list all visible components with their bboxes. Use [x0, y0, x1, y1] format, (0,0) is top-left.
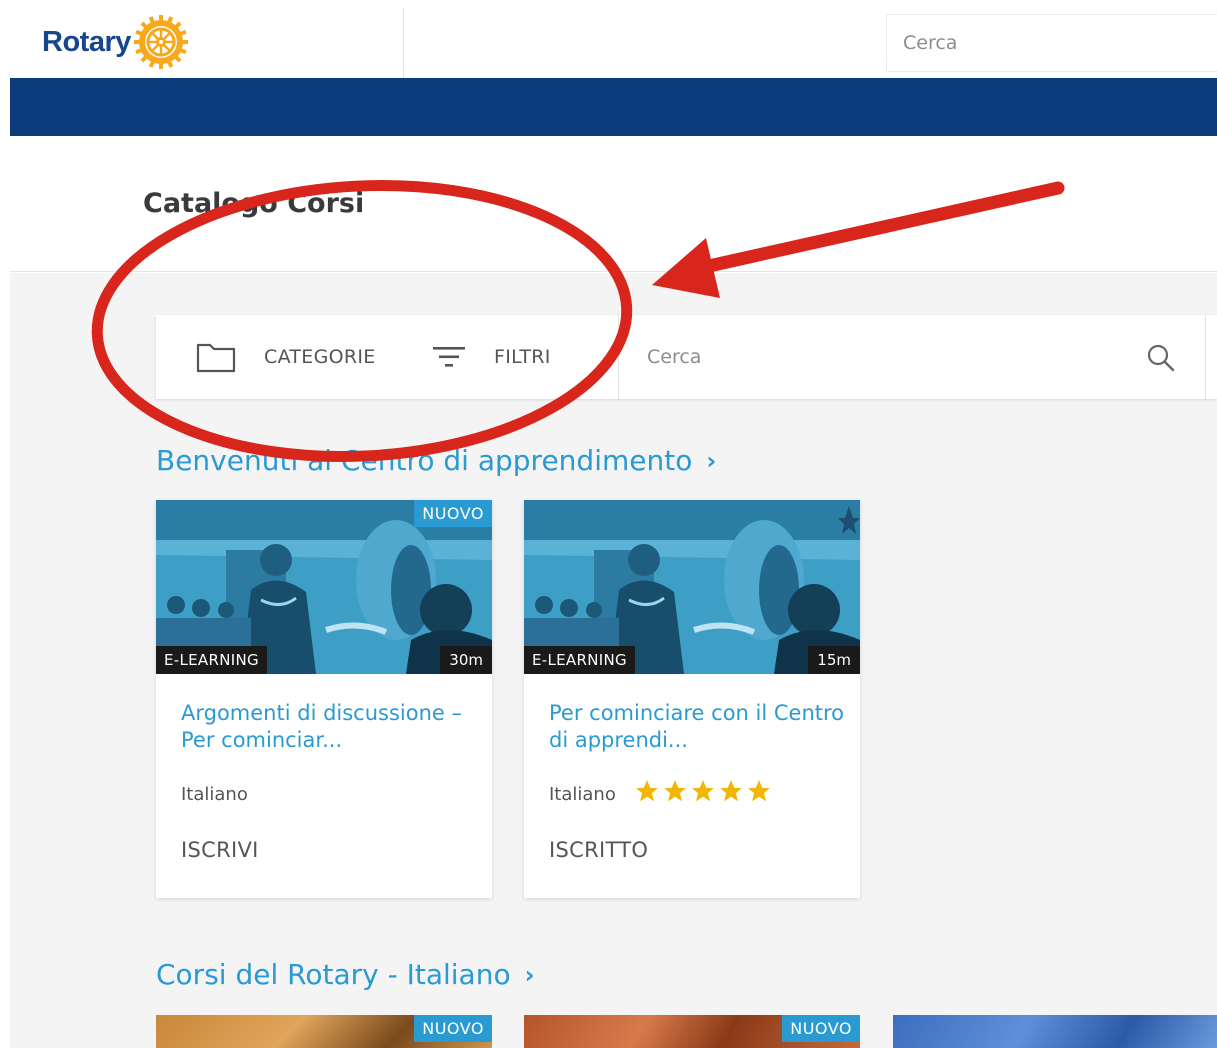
star-icon [692, 780, 714, 802]
categories-button[interactable]: CATEGORIE [196, 315, 376, 399]
new-badge: NUOVO [414, 500, 492, 527]
rating-stars [634, 778, 772, 804]
header-search-input[interactable]: Cerca [886, 14, 1217, 72]
new-badge: NUOVO [782, 1015, 860, 1042]
type-badge: E-LEARNING [524, 646, 635, 674]
top-header: Rotary Cerca [10, 8, 1217, 78]
rotary-logo[interactable]: Rotary [42, 14, 189, 70]
course-card[interactable]: NUOVO [156, 1015, 492, 1048]
duration-badge: 15m [808, 646, 860, 674]
course-card[interactable]: E-LEARNING 15m Per cominciare con il Cen… [524, 500, 860, 898]
search-icon[interactable] [1146, 343, 1176, 373]
rotary-wheel-icon [133, 15, 188, 69]
enroll-button[interactable]: ISCRIVI [181, 838, 259, 862]
folder-icon [196, 343, 236, 373]
page-title: Catalogo Corsi [143, 188, 365, 219]
header-search-placeholder: Cerca [903, 32, 958, 54]
catalog-content: CATEGORIE FILTRI Benvenuti al Centro di … [10, 273, 1217, 1048]
star-icon [720, 780, 742, 802]
filters-button[interactable]: FILTRI [432, 315, 551, 399]
logo-text: Rotary [42, 25, 131, 58]
course-thumbnail[interactable]: NUOVO E-LEARNING 30m [156, 500, 492, 674]
star-icon [636, 780, 658, 802]
star-icon [748, 780, 770, 802]
enrolled-status[interactable]: ISCRITTO [549, 838, 648, 862]
header-divider [403, 8, 404, 78]
title-band: Catalogo Corsi [10, 136, 1217, 272]
course-thumbnail[interactable]: E-LEARNING 15m [524, 500, 860, 674]
main-nav-bar [10, 78, 1217, 136]
course-language: Italiano [549, 784, 616, 805]
filter-icon [433, 347, 465, 367]
catalog-search-input[interactable] [619, 315, 1205, 399]
course-card[interactable]: NUOVO E-LEARNING 30m Argomenti di discus… [156, 500, 492, 898]
categories-label: CATEGORIE [264, 346, 376, 368]
filter-bar-edge [1205, 315, 1206, 399]
course-title[interactable]: Per cominciare con il Centro di apprendi… [549, 700, 845, 754]
course-card[interactable] [893, 1015, 1217, 1048]
filter-bar: CATEGORIE FILTRI [156, 315, 1217, 399]
type-badge: E-LEARNING [156, 646, 267, 674]
section-title-rotary-courses[interactable]: Corsi del Rotary - Italiano › [156, 958, 534, 991]
section-title-welcome[interactable]: Benvenuti al Centro di apprendimento › [156, 444, 716, 477]
new-badge: NUOVO [414, 1015, 492, 1042]
filters-label: FILTRI [494, 346, 551, 368]
section-title-text: Benvenuti al Centro di apprendimento [156, 444, 693, 477]
star-icon [664, 780, 686, 802]
section-title-text: Corsi del Rotary - Italiano [156, 958, 511, 991]
chevron-right-icon: › [706, 446, 717, 475]
chevron-right-icon: › [524, 960, 535, 989]
duration-badge: 30m [440, 646, 492, 674]
course-language: Italiano [181, 784, 248, 805]
course-title[interactable]: Argomenti di discussione – Per cominciar… [181, 700, 477, 754]
course-card[interactable]: NUOVO [524, 1015, 860, 1048]
